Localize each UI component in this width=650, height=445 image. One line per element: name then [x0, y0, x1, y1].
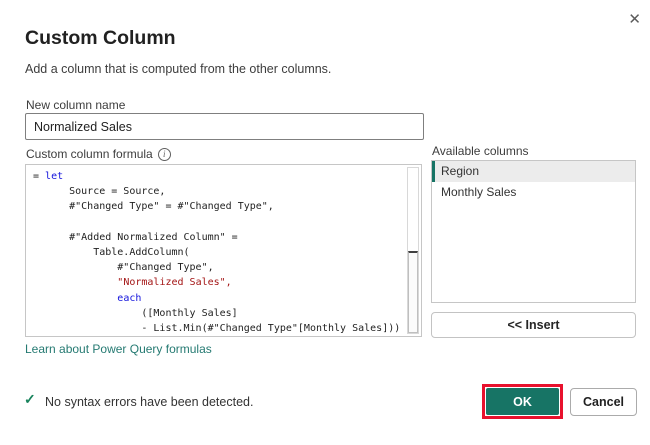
cancel-button[interactable]: Cancel [570, 388, 637, 416]
formula-label-text: Custom column formula [26, 147, 153, 161]
ok-button[interactable]: OK [486, 388, 559, 415]
formula-label: Custom column formula i [26, 147, 171, 161]
list-item[interactable]: Region [432, 161, 635, 182]
available-columns-list[interactable]: Region Monthly Sales [431, 160, 636, 303]
info-icon[interactable]: i [157, 147, 171, 161]
close-icon[interactable]: ✕ [628, 12, 641, 27]
new-column-name-label: New column name [26, 98, 126, 112]
page-title: Custom Column [25, 27, 176, 49]
ok-annotation-box: OK [482, 384, 563, 419]
check-icon: ✓ [24, 391, 36, 407]
scrollbar-thumb[interactable] [408, 250, 418, 333]
learn-link[interactable]: Learn about Power Query formulas [25, 342, 212, 356]
formula-code: = let Source = Source, #"Changed Type" =… [33, 171, 401, 335]
list-item[interactable]: Monthly Sales [432, 182, 635, 203]
status-text: No syntax errors have been detected. [45, 395, 254, 409]
dialog-subtitle: Add a column that is computed from the o… [25, 62, 332, 76]
new-column-name-input[interactable] [25, 113, 424, 140]
formula-editor[interactable]: = let Source = Source, #"Changed Type" =… [25, 164, 422, 337]
formula-scrollbar[interactable] [407, 167, 419, 334]
available-columns-label: Available columns [432, 144, 529, 158]
insert-button[interactable]: << Insert [431, 312, 636, 338]
